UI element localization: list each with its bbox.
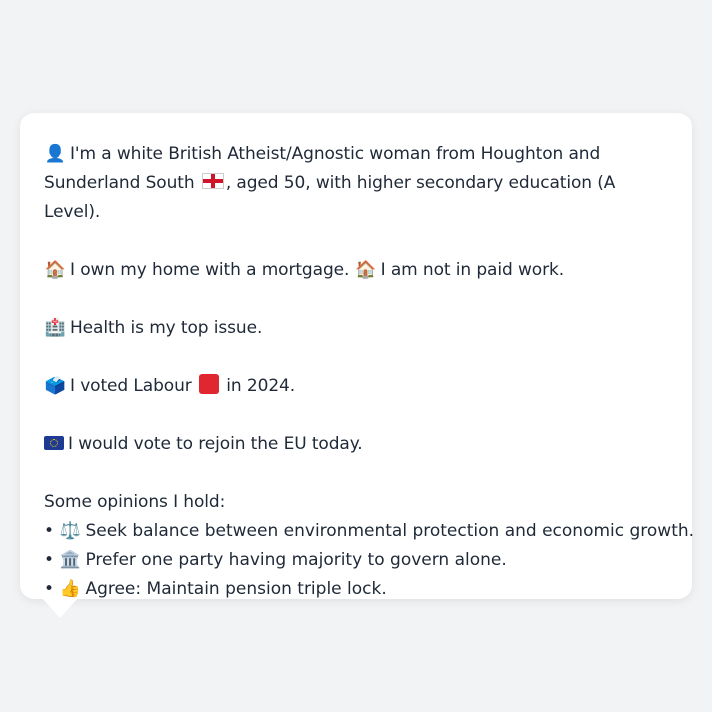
opinion-item: • 🏛️ Prefer one party having majority to … xyxy=(44,546,668,575)
hospital-icon: 🏥 xyxy=(44,318,66,338)
bullet: • xyxy=(44,521,55,541)
ballot-box-icon: 🗳️ xyxy=(44,376,66,396)
person-icon: 👤 xyxy=(44,144,66,164)
house-icon: 🏠 xyxy=(44,260,66,280)
opinions-heading: Some opinions I hold: xyxy=(44,492,226,512)
home-text: I own my home with a mortgage. xyxy=(70,260,350,280)
eu-flag-icon xyxy=(44,436,64,450)
balance-scale-icon: ⚖️ xyxy=(59,521,82,541)
home-line: 🏠 I own my home with a mortgage. 🏠 I am no… xyxy=(44,256,668,285)
classical-building-icon: 🏛️ xyxy=(59,550,82,570)
england-flag-icon xyxy=(201,173,224,189)
work-text: I am not in paid work. xyxy=(380,260,565,280)
opinion-item: • ⚖️ Seek balance between environmental p… xyxy=(44,517,694,546)
health-text: Health is my top issue. xyxy=(70,318,263,338)
persona-message-bubble: 👤 I'm a white British Atheist/Agnostic wo… xyxy=(20,113,694,599)
opinion-text: Seek balance between environmental prote… xyxy=(85,521,695,541)
eu-line: I would vote to rejoin the EU today. xyxy=(44,430,668,459)
bullet: • xyxy=(44,550,55,570)
health-line: 🏥 Health is my top issue. xyxy=(44,314,668,343)
opinion-text: Agree: Maintain pension triple lock. xyxy=(85,579,387,599)
opinion-item: • 👍 Agree: Maintain pension triple lock. xyxy=(44,575,668,604)
vote-text: I voted Labour xyxy=(70,376,192,396)
vote-text-rest: in 2024. xyxy=(226,376,296,396)
opinion-text: Prefer one party having majority to gove… xyxy=(85,550,507,570)
house-icon: 🏠 xyxy=(355,260,377,280)
eu-text: I would vote to rejoin the EU today. xyxy=(68,434,363,454)
vote-line: 🗳️ I voted Labour in 2024. xyxy=(44,372,668,401)
intro-line: 👤 I'm a white British Atheist/Agnostic wo… xyxy=(44,140,668,227)
bubble-tail xyxy=(42,598,78,618)
red-square-icon xyxy=(198,374,219,394)
bullet: • xyxy=(44,579,55,599)
